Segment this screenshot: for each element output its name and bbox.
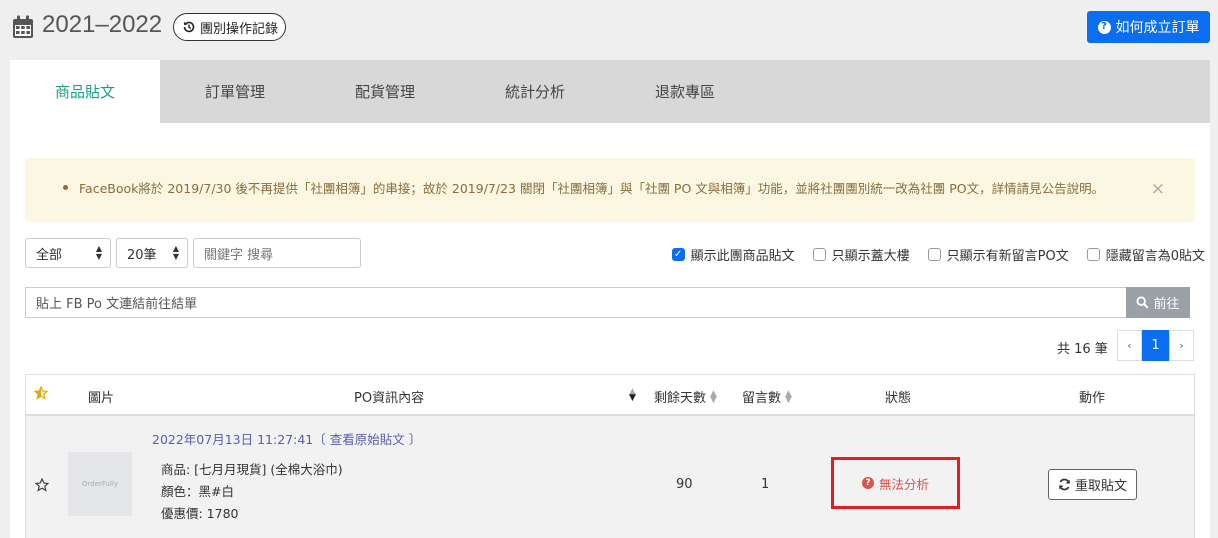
checkbox-icon <box>927 248 941 261</box>
product-color: 顏色：黑#白 <box>161 484 234 499</box>
posts-table: 圖片 PO資訊內容 ▲ ▼ 剩餘天數 ▲ ▼ 留言數 ▲ ▼ 狀態 動作 OrderF… <box>25 374 1195 538</box>
page-size-value: 20筆 <box>127 247 157 263</box>
page-size-select[interactable]: 20筆 ▲ ▼ <box>116 238 188 268</box>
history-button-label: 團別操作記錄 <box>200 21 279 37</box>
tab-bar: 商品貼文 訂單管理 配貨管理 統計分析 退款專區 <box>10 60 1210 123</box>
tab-posts[interactable]: 商品貼文 <box>10 60 160 123</box>
howto-button[interactable]: ? 如何成立訂單 <box>1087 11 1210 43</box>
half-star-icon <box>34 386 48 400</box>
header-days-left[interactable]: 剩餘天數 ▲ ▼ <box>654 387 717 406</box>
checkbox-label: 只顯示有新留言PO文 <box>946 249 1069 264</box>
status-text: 無法分析 <box>878 476 929 492</box>
sort-icon: ▲ ▼ <box>785 388 792 405</box>
header-action: 動作 <box>1079 391 1106 406</box>
filter-checkboxes: ✓ 顯示此團商品貼文 只顯示蓋大樓 只顯示有新留言PO文 隱藏留言為0貼文 <box>671 245 1205 264</box>
next-page-button[interactable]: › <box>1169 330 1194 361</box>
checkbox-new-comment[interactable]: 只顯示有新留言PO文 <box>927 245 1069 264</box>
go-button-label: 前往 <box>1153 297 1180 312</box>
sort-arrows-icon: ▲ ▼ <box>95 244 102 261</box>
scope-select-value: 全部 <box>36 247 63 263</box>
top-bar: 2021–2022 團別操作記錄 ? 如何成立訂單 <box>0 0 1218 56</box>
star-header-icon[interactable] <box>34 386 48 400</box>
checkbox-label: 顯示此團商品貼文 <box>690 249 795 264</box>
checkbox-hide-zero[interactable]: 隱藏留言為0貼文 <box>1086 245 1205 264</box>
sort-arrows-icon: ▲ ▼ <box>172 244 179 261</box>
notice-banner: FaceBook將於 2019/7/30 後不再提供「社團相簿」的串接；故於 2… <box>25 158 1195 222</box>
refetch-post-button[interactable]: 重取貼文 <box>1048 469 1137 500</box>
main-panel: 商品貼文 訂單管理 配貨管理 統計分析 退款專區 FaceBook將於 2019… <box>10 60 1210 538</box>
calendar-icon <box>13 15 33 38</box>
filter-bar: 全部 ▲ ▼ 20筆 ▲ ▼ 關鍵字 搜尋 ✓ 顯示此團商品貼文 只顯示蓋大樓 只顯… <box>25 238 1205 270</box>
tab-distribution[interactable]: 配貨管理 <box>310 60 460 123</box>
close-icon[interactable]: × <box>1151 179 1165 199</box>
star-icon[interactable] <box>35 478 49 492</box>
post-date: 2022年07月13日 11:27:41〔 查看原始貼文 〕 <box>152 429 421 448</box>
checkbox-label: 只顯示蓋大樓 <box>831 249 910 264</box>
header-days-left-label: 剩餘天數 <box>654 391 707 406</box>
tab-orders[interactable]: 訂單管理 <box>160 60 310 123</box>
days-left-value: 90 <box>676 477 693 492</box>
header-comments-label: 留言數 <box>742 391 782 406</box>
search-input[interactable]: 關鍵字 搜尋 <box>193 238 361 268</box>
view-original-link[interactable]: 〔 查看原始貼文 〕 <box>313 432 421 447</box>
post-info: 商品: [七月月現貨] (全棉大浴巾) 顏色：黑#白 優惠價: 1780 <box>161 459 343 525</box>
page-1-button[interactable]: 1 <box>1142 330 1169 361</box>
page-title: 2021–2022 <box>42 11 163 38</box>
question-icon: ? <box>1097 20 1111 34</box>
fb-url-input[interactable]: 貼上 FB Po 文連結前往結單 <box>25 287 1127 318</box>
refetch-post-label: 重取貼文 <box>1074 479 1127 494</box>
table-header: 圖片 PO資訊內容 ▲ ▼ 剩餘天數 ▲ ▼ 留言數 ▲ ▼ 狀態 動作 <box>26 375 1194 416</box>
thumbnail-logo-text: OrderFully <box>81 480 118 488</box>
howto-button-label: 如何成立訂單 <box>1115 20 1200 36</box>
checkbox-checked-icon: ✓ <box>671 248 685 261</box>
fb-url-bar: 貼上 FB Po 文連結前往結單 前往 <box>25 287 1191 318</box>
scope-select[interactable]: 全部 ▲ ▼ <box>25 238 111 268</box>
tab-statistics[interactable]: 統計分析 <box>460 60 610 123</box>
status-badge: ? 無法分析 <box>831 457 960 509</box>
history-button[interactable]: 團別操作記錄 <box>173 13 286 41</box>
refresh-icon <box>1059 478 1070 491</box>
sort-icon: ▲ ▼ <box>629 387 636 403</box>
checkbox-icon <box>812 248 826 261</box>
total-count: 共 16 筆 <box>1057 342 1108 357</box>
pagination: ‹ 1 › <box>1117 330 1194 361</box>
tab-refunds[interactable]: 退款專區 <box>610 60 760 123</box>
checkbox-show-group[interactable]: ✓ 顯示此團商品貼文 <box>671 245 795 264</box>
header-comments[interactable]: 留言數 ▲ ▼ <box>742 387 792 406</box>
notice-text: FaceBook將於 2019/7/30 後不再提供「社團相簿」的串接；故於 2… <box>79 181 1105 196</box>
product-name: 商品: [七月月現貨] (全棉大浴巾) <box>161 462 343 477</box>
history-icon <box>183 21 195 33</box>
checkbox-icon <box>1086 248 1100 261</box>
header-content: PO資訊內容 <box>354 391 425 406</box>
go-button[interactable]: 前往 <box>1126 287 1190 318</box>
prev-page-button[interactable]: ‹ <box>1117 330 1142 361</box>
question-icon: ? <box>861 477 874 489</box>
checkbox-label: 隱藏留言為0貼文 <box>1105 249 1205 264</box>
table-row: OrderFully 2022年07月13日 11:27:41〔 查看原始貼文 … <box>26 416 1194 538</box>
checkbox-big-floor[interactable]: 只顯示蓋大樓 <box>812 245 910 264</box>
header-status: 狀態 <box>885 391 912 406</box>
comments-value: 1 <box>761 477 770 492</box>
content-sort-icon[interactable]: ▲ ▼ <box>629 387 636 403</box>
sort-icon: ▲ ▼ <box>710 388 717 405</box>
header-image: 圖片 <box>88 391 115 406</box>
product-price: 優惠價: 1780 <box>161 506 239 521</box>
bullet-icon <box>63 185 68 190</box>
product-thumbnail[interactable]: OrderFully <box>68 452 132 516</box>
search-icon <box>1136 296 1149 309</box>
post-date-text: 2022年07月13日 11:27:41 <box>152 432 314 447</box>
